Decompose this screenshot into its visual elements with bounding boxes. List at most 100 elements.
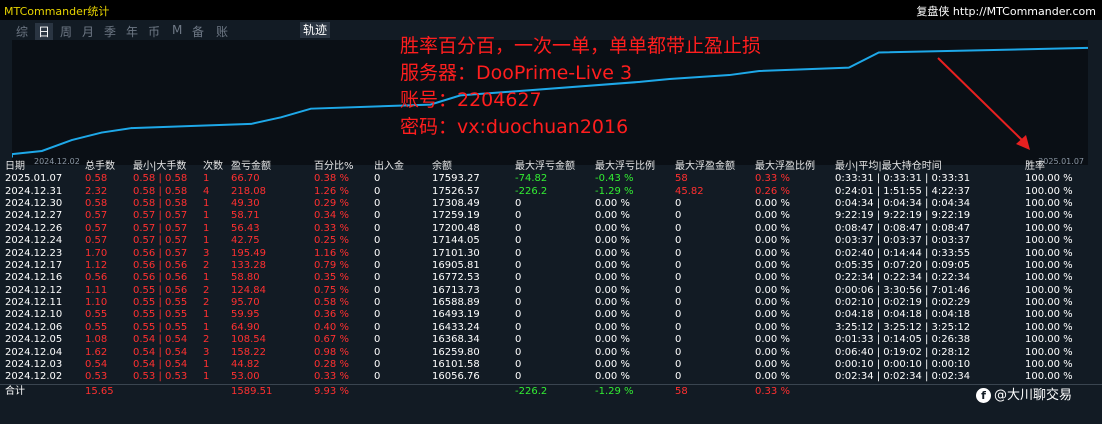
table-cell: 2024.12.17: [5, 259, 63, 271]
period-tab[interactable]: 综: [16, 23, 28, 40]
table-row[interactable]: 2024.12.11 1.10 0.55 | 0.55 2 95.70 0.58 % 0 16…: [0, 297, 1102, 309]
table-cell: 100.00 %: [1025, 284, 1073, 296]
total-cell: 0.33 %: [750, 383, 830, 399]
period-tab[interactable]: 币: [148, 23, 160, 40]
table-row[interactable]: 2024.12.17 1.12 0.56 | 0.56 2 133.28 0.79 % 0 1…: [0, 260, 1102, 272]
column-header[interactable]: 最大浮亏金额: [510, 156, 590, 173]
column-header[interactable]: 百分比%: [309, 156, 369, 173]
table-cell: 59.95: [231, 309, 260, 321]
period-tab[interactable]: 年: [126, 23, 138, 40]
period-tab[interactable]: 周: [60, 23, 72, 40]
table-cell: 95.70: [231, 297, 260, 309]
table-cell: 0.35 %: [314, 272, 349, 284]
table-cell: 0.33 %: [755, 173, 790, 185]
table-row[interactable]: 2024.12.02 0.53 0.53 | 0.53 1 53.00 0.33 % 0 16…: [0, 371, 1102, 384]
column-header[interactable]: 出入金: [369, 156, 427, 173]
column-header[interactable]: 最大浮盈金额: [670, 156, 750, 173]
period-tab[interactable]: M: [172, 23, 182, 37]
table-cell: 0: [374, 173, 381, 185]
table-row[interactable]: 2024.12.16 0.56 0.56 | 0.56 1 58.80 0.35 % 0 16…: [0, 272, 1102, 284]
equity-point: [280, 116, 282, 119]
table-cell: 0.98 %: [314, 346, 349, 358]
equity-point: [250, 123, 252, 125]
table-cell: 1: [203, 371, 210, 383]
column-header[interactable]: 盈亏金额: [226, 156, 309, 173]
table-cell: 2: [203, 297, 210, 309]
table-cell: 0:05:35 | 0:07:20 | 0:09:05: [835, 259, 971, 271]
table-cell: 100.00 %: [1025, 235, 1073, 247]
table-cell: 0.55: [85, 309, 108, 321]
column-header[interactable]: 最大浮亏比例: [590, 156, 670, 173]
table-row[interactable]: 2024.12.06 0.55 0.55 | 0.55 1 64.90 0.40 % 0 16…: [0, 322, 1102, 334]
table-cell: 0: [374, 210, 381, 222]
table-cell: 0: [374, 321, 381, 333]
column-header[interactable]: 次数: [198, 156, 226, 173]
table-cell: 0: [515, 309, 522, 321]
table-row[interactable]: 2024.12.04 1.62 0.54 | 0.54 3 158.22 0.98 % 0 1…: [0, 346, 1102, 358]
table-cell: 2024.12.23: [5, 247, 63, 259]
period-tab[interactable]: 日: [35, 23, 54, 40]
site-link[interactable]: 复盘侠 http://MTCommander.com: [916, 3, 1096, 19]
table-cell: 0: [675, 284, 682, 296]
table-cell: 2024.12.16: [5, 272, 63, 284]
column-header[interactable]: 总手数: [80, 156, 128, 173]
table-cell: 0.55 | 0.55: [133, 297, 188, 309]
table-cell: 0: [515, 259, 522, 271]
table-cell: 17593.27: [432, 173, 480, 185]
table-cell: 16713.73: [432, 284, 480, 296]
title-bar: MTCommander统计 复盘侠 http://MTCommander.com: [0, 0, 1102, 20]
column-header[interactable]: 最小|平均|最大持仓时间: [830, 156, 1020, 173]
table-cell: 2024.12.30: [5, 197, 63, 209]
table-cell: 0.00 %: [755, 284, 790, 296]
table-cell: 0: [675, 197, 682, 209]
equity-point: [41, 150, 43, 152]
equity-point: [877, 51, 880, 54]
table-cell: 0.00 %: [595, 272, 630, 284]
column-header[interactable]: 日期: [0, 156, 80, 173]
table-cell: 0.56: [85, 272, 108, 284]
table-cell: 0.00 %: [595, 222, 630, 234]
period-tab[interactable]: 备: [192, 23, 204, 40]
table-cell: 0.79 %: [314, 259, 349, 271]
total-cell: 1589.51: [226, 383, 309, 399]
table-cell: 0.00 %: [595, 371, 630, 383]
table-row[interactable]: 2024.12.24 0.57 0.57 | 0.57 1 42.75 0.25 % 0 17…: [0, 235, 1102, 247]
table-row[interactable]: 2025.01.07 0.58 0.58 | 0.58 1 66.70 0.38 % 0 17…: [0, 173, 1102, 185]
table-row[interactable]: 2024.12.23 1.70 0.56 | 0.57 3 195.49 1.16 % 0 1…: [0, 247, 1102, 259]
table-cell: 0: [515, 210, 522, 222]
table-row[interactable]: 2024.12.10 0.55 0.55 | 0.55 1 59.95 0.36 % 0 16…: [0, 309, 1102, 321]
table-cell: 0.57 | 0.57: [133, 235, 188, 247]
column-header[interactable]: 最小|大手数: [128, 156, 198, 173]
table-row[interactable]: 2024.12.30 0.58 0.58 | 0.58 1 49.30 0.29 % 0 17…: [0, 198, 1102, 210]
table-cell: 49.30: [231, 197, 260, 209]
table-cell: 2024.12.11: [5, 297, 63, 309]
table-cell: 2025.01.07: [5, 173, 63, 185]
table-cell: 16056.76: [432, 371, 480, 383]
table-cell: 0: [515, 321, 522, 333]
table-cell: 0: [675, 309, 682, 321]
column-header[interactable]: 胜率: [1020, 156, 1102, 173]
table-row[interactable]: 2024.12.05 1.08 0.54 | 0.54 2 108.54 0.67 % 0 1…: [0, 334, 1102, 346]
table-row[interactable]: 2024.12.27 0.57 0.57 | 0.57 1 58.71 0.34 % 0 17…: [0, 210, 1102, 222]
table-cell: 0.00 %: [755, 371, 790, 383]
table-cell: 3: [203, 346, 210, 358]
table-cell: 2024.12.26: [5, 222, 63, 234]
table-cell: 17200.48: [432, 222, 480, 234]
table-row[interactable]: 2024.12.03 0.54 0.54 | 0.54 1 44.82 0.28 % 0 16…: [0, 359, 1102, 371]
track-button[interactable]: 轨迹: [300, 22, 330, 38]
column-header[interactable]: 最大浮盈比例: [750, 156, 830, 173]
column-header[interactable]: 余额: [427, 156, 510, 173]
period-tab[interactable]: 季: [104, 23, 116, 40]
table-cell: 0: [675, 259, 682, 271]
table-row[interactable]: 2024.12.12 1.11 0.55 | 0.56 2 124.84 0.75 % 0 1…: [0, 285, 1102, 297]
table-cell: -74.82: [515, 173, 548, 185]
table-cell: 0: [675, 334, 682, 346]
table-cell: 0:01:33 | 0:14:05 | 0:26:38: [835, 334, 971, 346]
table-cell: 0: [374, 272, 381, 284]
table-row[interactable]: 2024.12.26 0.57 0.57 | 0.57 1 56.43 0.33 % 0 17…: [0, 223, 1102, 235]
table-cell: 100.00 %: [1025, 272, 1073, 284]
period-tab[interactable]: 月: [82, 23, 94, 40]
table-cell: 0: [675, 235, 682, 247]
table-row[interactable]: 2024.12.31 2.32 0.58 | 0.58 4 218.08 1.26 % 0 1…: [0, 185, 1102, 197]
table-cell: 1.16 %: [314, 247, 349, 259]
